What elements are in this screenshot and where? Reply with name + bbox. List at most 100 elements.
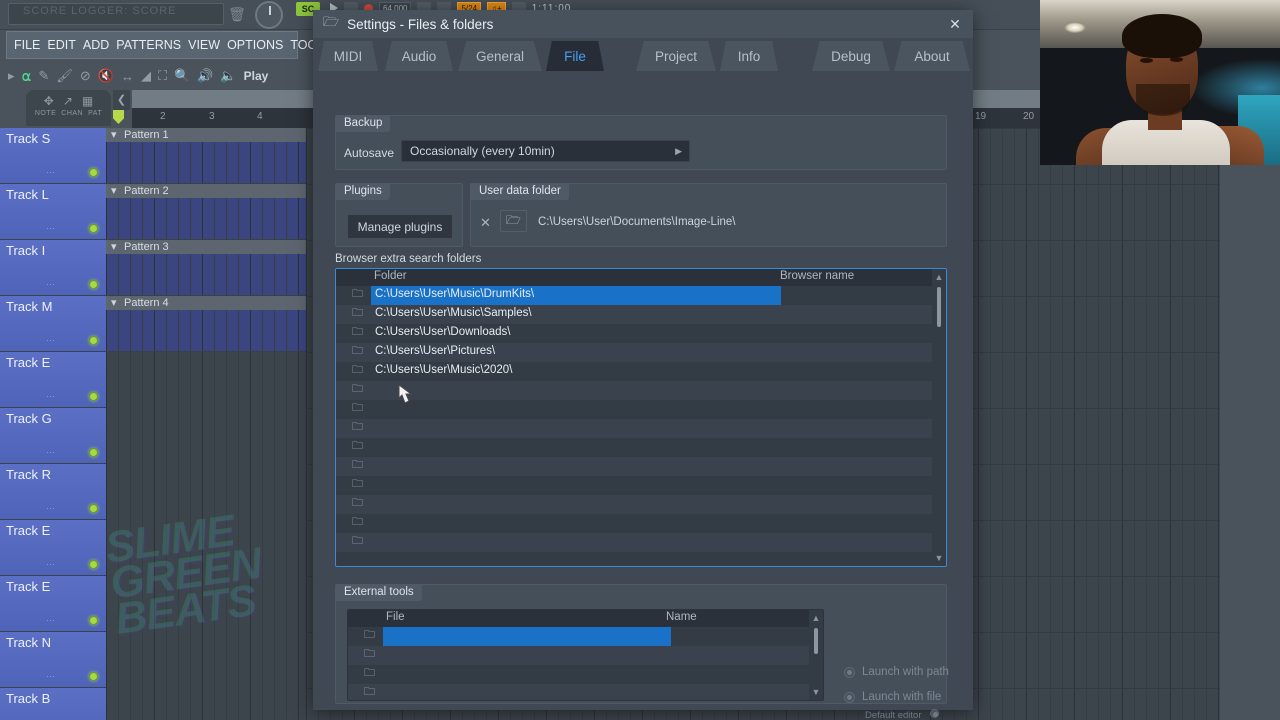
playlist-track-header[interactable]: Track S ··· [0,128,106,184]
note-tool-icon[interactable]: ✥ [44,94,54,108]
menu-item-patterns[interactable]: PATTERNS [116,38,181,52]
trash-icon[interactable]: 🗑 [228,3,246,25]
playlist-track-header[interactable]: Track I ··· [0,240,106,296]
track-options-icon[interactable]: ··· [46,223,55,233]
playlist-track-lane[interactable]: Pattern 2 [106,184,306,240]
menu-item-file[interactable]: FILE [14,38,40,52]
speaker-icon[interactable]: 🔈 [220,68,236,84]
table-row[interactable]: 🗀 [348,684,823,700]
dialog-title-bar[interactable]: 🗁 Settings - Files & folders ✕ [313,10,973,38]
launch-with-path-radio[interactable] [844,667,855,678]
table-row[interactable]: 🗀 [336,514,946,533]
mute-tool-icon[interactable]: 🔇 [98,68,114,84]
slice-tool-icon[interactable]: ◢ [141,68,151,84]
menu-item-view[interactable]: VIEW [188,38,220,52]
playback-tool-icon[interactable]: 🔊 [197,68,213,84]
chevron-down-icon[interactable]: ▼ [809,685,823,699]
track-enable-led[interactable] [89,392,98,401]
track-enable-led[interactable] [89,280,98,289]
track-options-icon[interactable]: ··· [46,335,55,345]
track-options-icon[interactable]: ··· [46,391,55,401]
close-icon[interactable]: ✕ [945,14,965,34]
chevron-up-icon[interactable]: ▲ [809,611,823,625]
playlist-track-header[interactable]: Track G ··· [0,408,106,464]
browser-folders-listbox[interactable]: Folder Browser name 🗀 C:\Users\User\Music… [335,268,947,567]
menu-arrow-icon[interactable]: ▸ [8,68,15,84]
manage-plugins-button[interactable]: Manage plugins [347,214,453,239]
master-volume-knob[interactable] [255,1,283,29]
track-enable-led[interactable] [89,504,98,513]
draw-tool-icon[interactable]: ✎ [38,68,49,84]
pattern-tool-icon[interactable]: ▦ [82,94,93,108]
playlist-collapse-button[interactable]: ❮ [113,90,130,110]
playlist-track-header[interactable]: Track R ··· [0,464,106,520]
track-enable-led[interactable] [89,448,98,457]
table-row[interactable]: 🗀 C:\Users\User\Pictures\ [336,343,946,362]
magnet-snap-icon[interactable]: ⍺ [22,67,32,85]
zoom-tool-icon[interactable]: 🔍 [174,68,190,84]
chevron-up-icon[interactable]: ▲ [932,270,946,284]
playlist-track-header[interactable]: Track M ··· [0,296,106,352]
menu-item-edit[interactable]: EDIT [47,38,75,52]
scrollbar-thumb[interactable] [937,287,941,327]
track-options-icon[interactable]: ··· [46,615,55,625]
track-enable-led[interactable] [89,336,98,345]
table-row[interactable]: 🗀 [336,457,946,476]
table-row[interactable]: 🗀 [336,438,946,457]
table-row[interactable]: 🗀 [336,533,946,552]
tab-info[interactable]: Info [720,41,778,71]
browser-folders-scrollbar[interactable]: ▲ ▼ [932,269,946,566]
delete-tool-icon[interactable]: ⊘ [80,68,91,84]
pattern-clip-label[interactable]: Pattern 1 [106,128,306,142]
playlist-track-lane[interactable]: Pattern 1 [106,128,306,184]
launch-with-file-radio[interactable] [844,692,855,703]
autosave-select[interactable]: Occasionally (every 10min) ▶ [401,140,690,162]
tab-file[interactable]: File [546,41,604,71]
playlist-track-header[interactable]: Track E ··· [0,520,106,576]
playlist-track-header[interactable]: Track E ··· [0,352,106,408]
external-tools-listbox[interactable]: File Name 🗀 🗀 🗀 🗀 ▲ ▼ [347,609,824,701]
pattern-clip-label[interactable]: Pattern 4 [106,296,306,310]
table-row[interactable]: 🗀 [348,627,823,646]
playlist-track-header[interactable]: Track N ··· [0,632,106,688]
default-editor-radio[interactable] [930,709,939,718]
table-row[interactable]: 🗀 C:\Users\User\Downloads\ [336,324,946,343]
chevron-down-icon[interactable]: ▼ [932,551,946,565]
close-icon[interactable]: ✕ [480,215,491,231]
table-row[interactable]: 🗀 C:\Users\User\Music\DrumKits\ [336,286,946,305]
track-enable-led[interactable] [89,560,98,569]
tab-about[interactable]: About [894,41,970,71]
pattern-clip-label[interactable]: Pattern 3 [106,240,306,254]
playlist-track-header[interactable]: Track E ··· [0,576,106,632]
track-options-icon[interactable]: ··· [46,503,55,513]
playlist-track-header[interactable]: Track B··· [0,688,106,720]
tab-midi[interactable]: MIDI [318,41,378,71]
folder-icon[interactable]: 🗁 [500,210,527,232]
table-row[interactable]: 🗀 C:\Users\User\Music\Samples\ [336,305,946,324]
external-tools-scrollbar[interactable]: ▲ ▼ [809,610,823,700]
automation-tool-icon[interactable]: ↗ [63,94,73,108]
track-enable-led[interactable] [89,616,98,625]
tab-project[interactable]: Project [636,41,716,71]
track-options-icon[interactable]: ··· [46,559,55,569]
table-row[interactable]: 🗀 [336,419,946,438]
select-tool-icon[interactable]: ⛶ [158,68,167,84]
playlist-track-header[interactable]: Track L ··· [0,184,106,240]
playlist-grid-left-empty[interactable] [106,352,306,720]
paint-tool-icon[interactable]: 🖌 [56,68,73,84]
tab-audio[interactable]: Audio [385,41,453,71]
track-enable-led[interactable] [89,672,98,681]
play-label[interactable]: Play [244,69,269,83]
tab-general[interactable]: General [458,41,542,71]
track-enable-led[interactable] [89,224,98,233]
track-options-icon[interactable]: ··· [46,279,55,289]
slip-tool-icon[interactable]: ↔ [121,69,134,84]
playlist-track-lane[interactable]: Pattern 4 [106,296,306,352]
table-row[interactable]: 🗀 [348,665,823,684]
table-row[interactable]: 🗀 [336,495,946,514]
track-enable-led[interactable] [89,168,98,177]
table-row[interactable]: 🗀 [336,400,946,419]
pattern-clip-label[interactable]: Pattern 2 [106,184,306,198]
playhead-marker[interactable] [113,110,124,124]
track-options-icon[interactable]: ··· [46,167,55,177]
